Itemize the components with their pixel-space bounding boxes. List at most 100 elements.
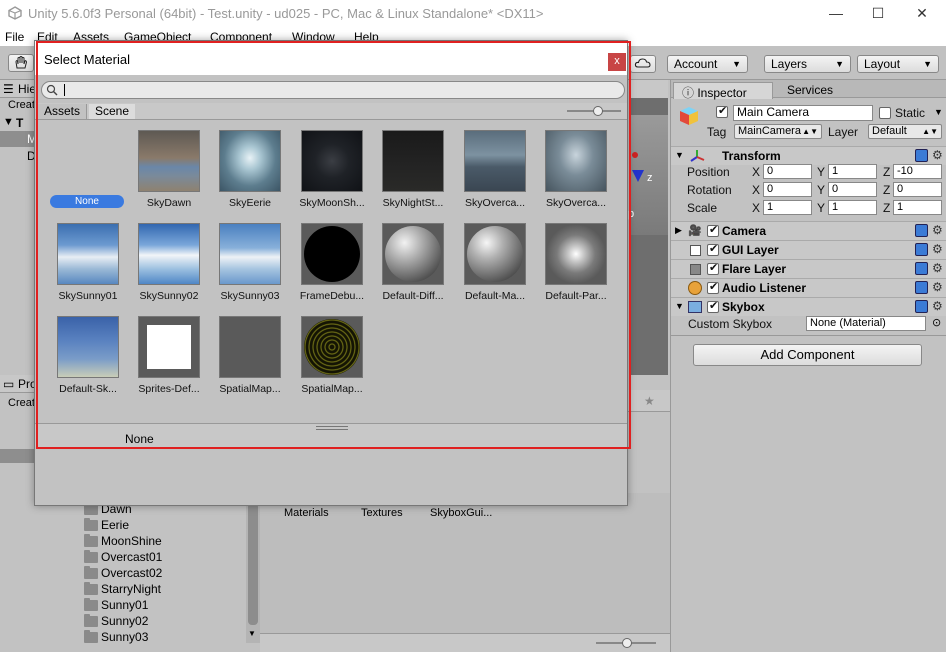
scrollbar-thumb[interactable] <box>248 503 258 625</box>
static-dropdown-arrow-icon[interactable]: ▼ <box>934 107 943 117</box>
folder-item[interactable]: Overcast02 <box>101 566 162 580</box>
scale-y-field[interactable]: 1 <box>828 200 877 215</box>
account-dropdown[interactable]: Account ▼ <box>667 55 748 73</box>
object-name-field[interactable]: Main Camera <box>733 105 873 121</box>
rotation-x-field[interactable]: 0 <box>763 182 812 197</box>
camera-component-header[interactable]: ▶ 🎥 Camera ⚙ <box>671 221 946 240</box>
help-icon[interactable] <box>915 243 928 256</box>
help-icon[interactable] <box>915 300 928 313</box>
asset-item[interactable]: Materials <box>284 507 329 519</box>
help-icon[interactable] <box>915 149 928 162</box>
scroll-down-icon[interactable]: ▼ <box>248 629 256 638</box>
axis-y-label: Y <box>817 165 826 179</box>
hierarchy-create-button[interactable]: Creat <box>8 99 35 111</box>
folder-icon <box>84 630 98 643</box>
project-create-button[interactable]: Creat <box>8 397 35 409</box>
gear-icon[interactable]: ⚙ <box>932 281 944 293</box>
axis-x-label: X <box>752 201 761 215</box>
foldout-arrow-icon[interactable]: ▼ <box>675 150 684 160</box>
project-tab[interactable]: ▭ Pro <box>0 375 37 393</box>
position-y-field[interactable]: 1 <box>828 164 877 179</box>
transform-component-header[interactable]: ▼ Transform ⚙ <box>671 146 946 165</box>
layout-dropdown[interactable]: Layout ▼ <box>857 55 939 73</box>
gear-icon[interactable]: ⚙ <box>932 149 944 161</box>
skybox-enabled-checkbox[interactable] <box>707 299 719 313</box>
scale-label: Scale <box>687 201 718 215</box>
foldout-arrow-icon[interactable]: ▶ <box>675 225 682 236</box>
help-icon[interactable] <box>915 262 928 275</box>
favorite-bar: ★ <box>628 390 670 412</box>
folder-item[interactable]: Eerie <box>101 518 129 532</box>
layer-label: Layer <box>828 125 859 139</box>
hand-tool-button[interactable] <box>8 54 34 72</box>
star-icon[interactable]: ★ <box>644 394 655 408</box>
help-icon[interactable] <box>915 281 928 294</box>
scale-z-field[interactable]: 1 <box>893 200 942 215</box>
folder-icon <box>84 614 98 627</box>
camera-enabled-checkbox[interactable] <box>707 223 719 237</box>
expand-arrow-icon[interactable]: ▼ <box>3 116 14 128</box>
gizmo-z-label: z <box>647 172 653 184</box>
gizmo-x-icon <box>632 152 638 158</box>
gear-icon[interactable]: ⚙ <box>932 243 944 255</box>
hand-icon <box>15 56 28 69</box>
cloud-button[interactable] <box>630 55 656 73</box>
gear-icon[interactable]: ⚙ <box>932 300 944 312</box>
gear-icon[interactable]: ⚙ <box>932 224 944 236</box>
folder-item[interactable]: Overcast01 <box>101 550 162 564</box>
project-tree-scrollbar[interactable]: ▼ <box>246 503 260 643</box>
minimize-button[interactable]: — <box>826 4 846 22</box>
scene-root[interactable]: T <box>16 116 23 130</box>
folder-icon <box>84 534 98 547</box>
thumbnail-size-slider[interactable] <box>596 638 656 648</box>
flare-layer-component-header[interactable]: Flare Layer ⚙ <box>671 259 946 278</box>
object-picker-icon[interactable]: ⊙ <box>932 316 941 329</box>
tab-services[interactable]: Services <box>779 82 841 99</box>
skybox-title: Skybox <box>722 300 765 314</box>
gui-layer-component-header[interactable]: GUI Layer ⚙ <box>671 240 946 259</box>
hierarchy-item-selected[interactable]: M <box>0 131 37 147</box>
axis-z-label: Z <box>883 183 891 197</box>
custom-skybox-field[interactable]: None (Material) <box>806 316 926 331</box>
folder-icon <box>84 550 98 563</box>
layers-dropdown[interactable]: Layers ▼ <box>764 55 851 73</box>
folder-item[interactable]: Sunny03 <box>101 630 148 644</box>
tab-inspector[interactable]: ⓘ Inspector <box>673 82 773 100</box>
scene-view[interactable]: z p <box>628 80 668 375</box>
close-window-button[interactable]: ✕ <box>912 4 932 22</box>
hierarchy-tab[interactable]: ☰ Hie <box>0 80 36 98</box>
axis-x-label: X <box>752 183 761 197</box>
rotation-y-field[interactable]: 0 <box>828 182 877 197</box>
audio-listener-enabled-checkbox[interactable] <box>707 280 719 294</box>
add-component-button[interactable]: Add Component <box>693 344 922 366</box>
audio-listener-component-header[interactable]: Audio Listener ⚙ <box>671 278 946 297</box>
position-z-field[interactable]: -10 <box>893 164 942 179</box>
help-icon[interactable] <box>915 224 928 237</box>
asset-item[interactable]: Textures <box>361 507 403 519</box>
folder-item[interactable]: StarryNight <box>101 582 161 596</box>
rotation-z-field[interactable]: 0 <box>893 182 942 197</box>
static-checkbox[interactable] <box>879 107 891 119</box>
layer-dropdown[interactable]: Default ▲▼ <box>868 124 942 139</box>
axis-y-label: Y <box>817 183 826 197</box>
position-x-field[interactable]: 0 <box>763 164 812 179</box>
maximize-button[interactable]: ☐ <box>868 4 888 22</box>
active-checkbox[interactable] <box>716 104 728 118</box>
gui-layer-enabled-checkbox[interactable] <box>707 242 719 256</box>
flare-layer-enabled-checkbox[interactable] <box>707 261 719 275</box>
folder-item[interactable]: Sunny02 <box>101 614 148 628</box>
gizmo-z-arrow-icon <box>632 170 644 182</box>
dropdown-arrow-icon: ▼ <box>732 59 741 69</box>
foldout-arrow-icon[interactable]: ▼ <box>675 301 684 311</box>
gear-icon[interactable]: ⚙ <box>932 262 944 274</box>
menu-file[interactable]: File <box>5 30 24 44</box>
folder-item[interactable]: Sunny01 <box>101 598 148 612</box>
asset-item[interactable]: SkyboxGui... <box>430 507 492 519</box>
gui-layer-title: GUI Layer <box>722 243 779 257</box>
scale-x-field[interactable]: 1 <box>763 200 812 215</box>
tag-dropdown[interactable]: MainCamera ▲▼ <box>734 124 822 139</box>
project-tree-selected[interactable] <box>0 449 36 463</box>
skybox-component-header[interactable]: ▼ Skybox ⚙ <box>671 297 946 316</box>
folder-item[interactable]: MoonShine <box>101 534 162 548</box>
axis-z-label: Z <box>883 201 891 215</box>
